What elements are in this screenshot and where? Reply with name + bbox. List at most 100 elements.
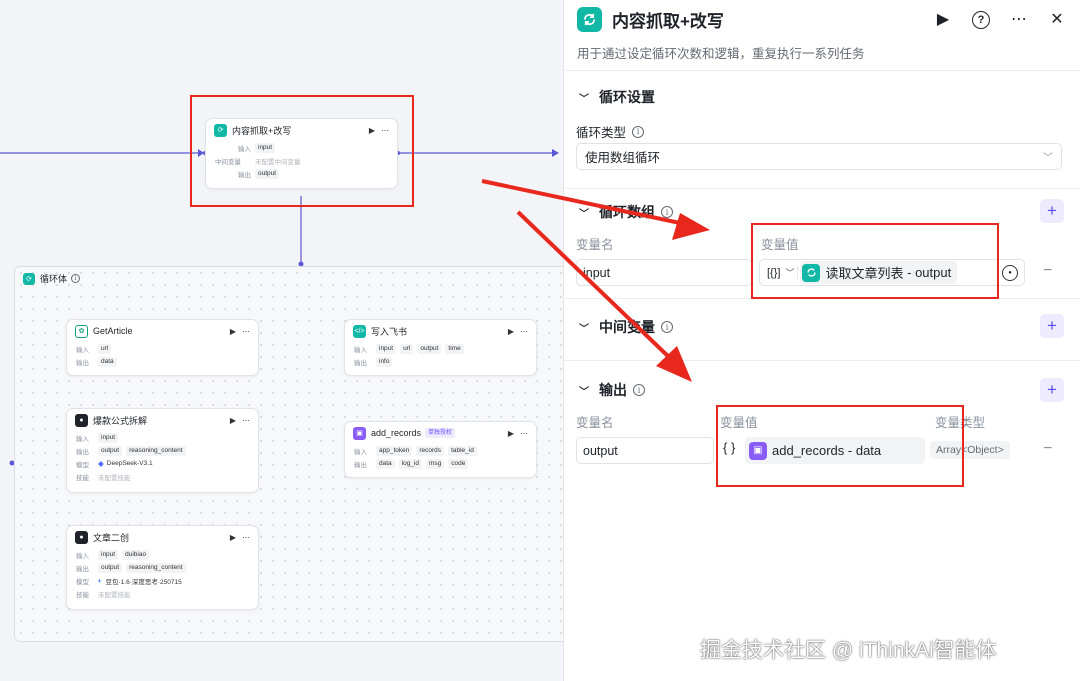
var-name-value: output bbox=[583, 443, 618, 458]
remove-loop-array-button[interactable]: − bbox=[1043, 262, 1052, 280]
llm-icon: ● bbox=[75, 530, 88, 544]
input-label: 输入 bbox=[76, 435, 89, 443]
panel-title: 内容抓取+改写 bbox=[612, 11, 724, 31]
annotation-box-node bbox=[190, 95, 414, 207]
more-icon[interactable]: ⋯ bbox=[242, 416, 250, 425]
chevron-down-icon: ﹀ bbox=[579, 386, 589, 398]
output-label: 输出 bbox=[76, 359, 89, 367]
watermark: 掘金技术社区 @ iThinkAi智能体 bbox=[700, 639, 997, 662]
skill-label: 技能 bbox=[76, 591, 89, 599]
skill-label: 技能 bbox=[76, 474, 89, 482]
input-tag: url bbox=[98, 343, 112, 354]
section-output[interactable]: ﹀ 输出 i bbox=[579, 380, 645, 400]
input-tag: url bbox=[400, 343, 414, 354]
input-tag: input bbox=[98, 549, 119, 560]
add-output-button[interactable]: + bbox=[1040, 378, 1064, 402]
node-add-records[interactable]: ▣ add_records 单独授权 ▶ ⋯ 输入 app_token record… bbox=[344, 421, 537, 478]
loop-type-label: 循环类型 i bbox=[576, 122, 645, 141]
chevron-down-icon: ﹀ bbox=[579, 208, 589, 220]
skill-value: 未配置技能 bbox=[98, 591, 131, 599]
section-title: 循环设置 bbox=[599, 89, 655, 105]
loop-type-select[interactable]: 使用数组循环 ﹀ bbox=[576, 143, 1062, 170]
input-tag: duibiao bbox=[122, 549, 150, 560]
input-tag: app_token bbox=[376, 445, 413, 456]
close-icon[interactable]: ✕ bbox=[1047, 9, 1067, 29]
output-tag: output bbox=[98, 445, 123, 456]
output-tag: log_id bbox=[398, 458, 423, 469]
output-tag: code bbox=[448, 458, 469, 469]
model-value: 豆包·1.6·深度思考·250715 bbox=[105, 578, 182, 586]
section-loop-array[interactable]: ﹀ 循环数组 i bbox=[579, 202, 673, 222]
chevron-down-icon: ﹀ bbox=[579, 323, 589, 335]
model-value: DeepSeek-V3.1 bbox=[106, 460, 153, 467]
section-middle-vars[interactable]: ﹀ 中间变量 i bbox=[579, 317, 673, 337]
annotation-box-output bbox=[716, 405, 964, 487]
input-tag: table_id bbox=[448, 445, 477, 456]
skill-value: 未配置技能 bbox=[98, 474, 131, 482]
info-icon: i bbox=[661, 321, 673, 333]
input-label: 输入 bbox=[76, 346, 89, 354]
output-tag: msg bbox=[426, 458, 445, 469]
output-label: 输出 bbox=[76, 565, 89, 573]
output-var-name-input[interactable]: output bbox=[576, 437, 714, 464]
deepseek-icon: ◆ bbox=[98, 459, 104, 468]
input-tag: input bbox=[376, 343, 397, 354]
more-icon[interactable]: ⋯ bbox=[242, 327, 250, 336]
loop-icon: ⟳ bbox=[23, 272, 35, 285]
output-label: 输出 bbox=[354, 359, 367, 367]
section-title: 中间变量 bbox=[599, 319, 655, 335]
more-icon[interactable]: ⋯ bbox=[242, 533, 250, 542]
add-loop-array-button[interactable]: + bbox=[1040, 199, 1064, 223]
output-tag: info bbox=[376, 356, 393, 367]
remove-output-button[interactable]: − bbox=[1043, 440, 1052, 458]
input-label: 输入 bbox=[354, 448, 367, 456]
model-label: 模型 bbox=[76, 461, 89, 469]
play-icon[interactable]: ▶ bbox=[230, 327, 236, 336]
code-icon: </> bbox=[353, 324, 366, 338]
play-icon[interactable]: ▶ bbox=[230, 416, 236, 425]
node-title: 爆款公式拆解 bbox=[93, 415, 148, 426]
chevron-down-icon: ﹀ bbox=[1043, 153, 1053, 164]
more-icon[interactable]: ⋯ bbox=[520, 327, 528, 336]
info-icon: i bbox=[661, 206, 673, 218]
model-label: 模型 bbox=[76, 578, 89, 586]
auth-badge[interactable]: 单独授权 bbox=[425, 428, 456, 438]
help-icon[interactable]: ? bbox=[971, 10, 991, 29]
target-icon[interactable]: ● bbox=[1002, 264, 1018, 281]
output-tag: data bbox=[98, 356, 117, 367]
output-label: 输出 bbox=[354, 461, 367, 469]
add-middle-var-button[interactable]: + bbox=[1040, 314, 1064, 338]
annotation-box-loop-array bbox=[751, 223, 999, 299]
play-icon[interactable]: ▶ bbox=[230, 533, 236, 542]
loop-type-value: 使用数组循环 bbox=[585, 151, 661, 165]
more-icon[interactable]: ⋯ bbox=[1009, 9, 1029, 29]
node-rewrite[interactable]: ● 文章二创 ▶ ⋯ 输入 input duibiao 输出 output reason… bbox=[66, 525, 259, 610]
loop-icon bbox=[577, 6, 602, 32]
run-icon[interactable]: ▶ bbox=[933, 9, 953, 29]
doubao-icon: ◐ bbox=[98, 576, 103, 585]
loop-array-var-name-input[interactable]: input bbox=[576, 259, 752, 286]
node-explode[interactable]: ● 爆款公式拆解 ▶ ⋯ 输入 input 输出 output reasoning_c… bbox=[66, 408, 259, 493]
input-tag: records bbox=[416, 445, 445, 456]
col-var-name: 变量名 bbox=[576, 416, 614, 430]
node-feishu[interactable]: </> 写入飞书 ▶ ⋯ 输入 input url output time 输出 info bbox=[344, 319, 537, 376]
var-name-value: input bbox=[583, 265, 611, 280]
output-tag: reasoning_content bbox=[126, 562, 186, 573]
section-title: 输出 bbox=[599, 382, 627, 398]
node-title: 写入飞书 bbox=[371, 326, 408, 337]
play-icon[interactable]: ▶ bbox=[508, 327, 514, 336]
input-label: 输入 bbox=[354, 346, 367, 354]
node-title: 文章二创 bbox=[93, 532, 130, 543]
panel-description: 用于通过设定循环次数和逻辑，重复执行一系列任务 bbox=[577, 47, 865, 61]
play-icon[interactable]: ▶ bbox=[508, 429, 514, 438]
input-label: 输入 bbox=[76, 552, 89, 560]
output-tag: output bbox=[98, 562, 123, 573]
node-get-article[interactable]: ✿ GetArticle ▶ ⋯ 输入 url 输出 data bbox=[66, 319, 259, 376]
output-tag: reasoning_content bbox=[126, 445, 186, 456]
input-tag: output bbox=[417, 343, 442, 354]
section-loop-settings[interactable]: ﹀ 循环设置 bbox=[579, 87, 655, 107]
llm-icon: ● bbox=[75, 413, 88, 427]
col-var-name: 变量名 bbox=[576, 238, 614, 252]
output-tag: data bbox=[376, 458, 395, 469]
more-icon[interactable]: ⋯ bbox=[520, 429, 528, 438]
